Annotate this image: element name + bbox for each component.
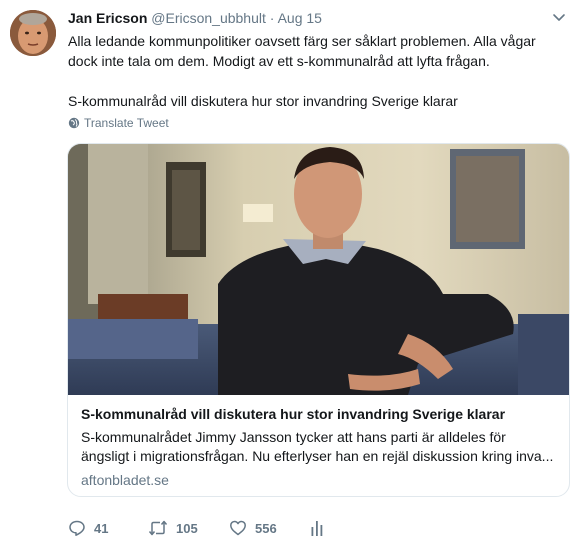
like-button[interactable]: 556 — [229, 519, 277, 537]
author-handle[interactable]: @Ericson_ubbhult — [151, 10, 266, 26]
like-count: 556 — [255, 520, 277, 536]
tweet-date[interactable]: Aug 15 — [278, 10, 322, 26]
tweet-text: Alla ledande kommunpolitiker oavsett fär… — [68, 31, 563, 111]
tweet-actions: 41 105 556 — [68, 519, 368, 539]
tweet-text-paragraph-2: S-kommunalråd vill diskutera hur stor in… — [68, 93, 458, 109]
card-description: S-kommunalrådet Jimmy Jansson tycker att… — [81, 428, 557, 466]
card-description-line-2: ängsligt i migrationsfrågan. Nu efterlys… — [81, 448, 554, 464]
globe-icon — [68, 117, 80, 129]
analytics-icon — [311, 521, 323, 536]
link-card[interactable]: S-kommunalråd vill diskutera hur stor in… — [67, 143, 570, 497]
card-body: S-kommunalråd vill diskutera hur stor in… — [68, 395, 569, 489]
retweet-button[interactable]: 105 — [148, 519, 198, 537]
card-description-line-1: S-kommunalrådet Jimmy Jansson tycker att… — [81, 429, 506, 445]
separator: · — [269, 10, 275, 26]
card-image — [68, 144, 569, 395]
tweet-text-paragraph-1: Alla ledande kommunpolitiker oavsett fär… — [68, 33, 536, 69]
heart-icon — [230, 520, 246, 536]
card-domain[interactable]: aftonbladet.se — [81, 471, 556, 489]
translate-label: Translate Tweet — [84, 116, 169, 130]
reply-count: 41 — [94, 520, 109, 536]
chevron-down-icon[interactable] — [552, 10, 566, 24]
retweet-icon — [148, 520, 168, 536]
avatar[interactable] — [10, 10, 56, 56]
reply-icon — [69, 520, 85, 536]
tweet-header: Jan Ericson @Ericson_ubbhult · Aug 15 — [68, 9, 322, 28]
reply-button[interactable]: 41 — [68, 519, 108, 537]
card-title[interactable]: S-kommunalråd vill diskutera hur stor in… — [81, 405, 556, 424]
author-name[interactable]: Jan Ericson — [68, 10, 147, 26]
translate-tweet-link[interactable]: Translate Tweet — [68, 116, 169, 130]
retweet-count: 105 — [176, 520, 198, 536]
analytics-button[interactable] — [310, 519, 324, 537]
